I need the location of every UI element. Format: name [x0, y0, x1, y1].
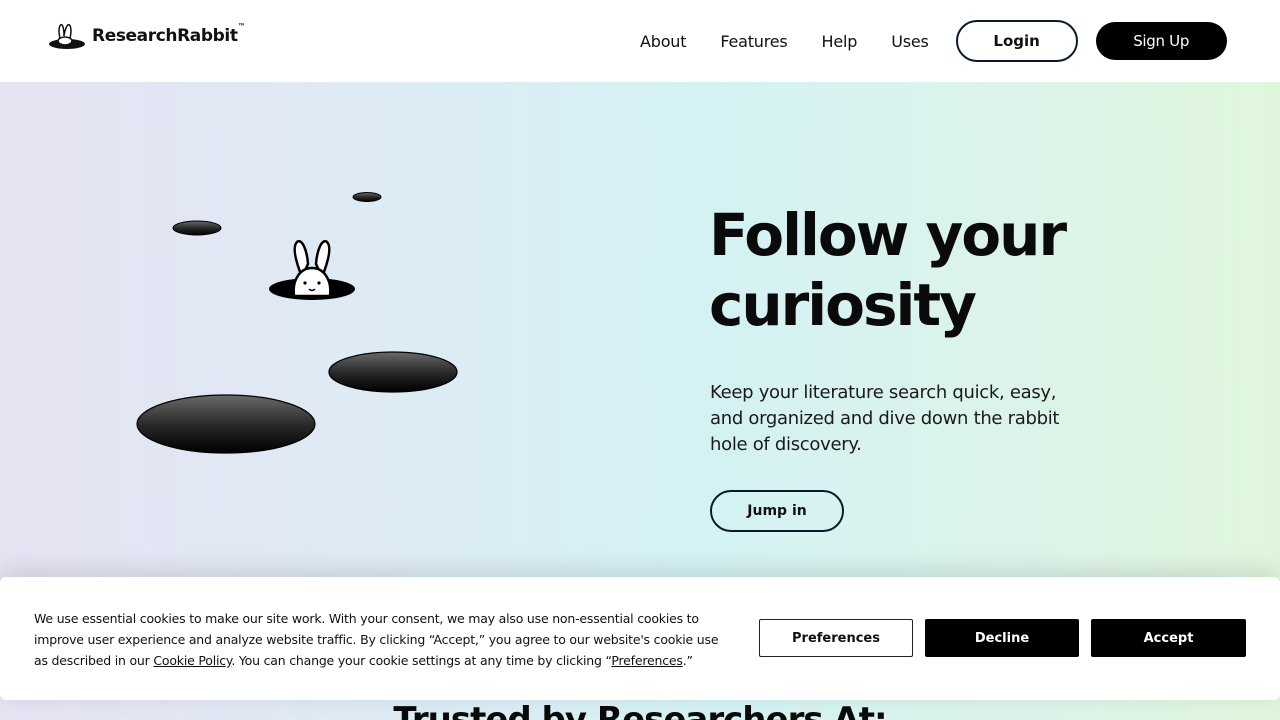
signup-button[interactable]: Sign Up	[1095, 22, 1227, 60]
trusted-heading: Trusted by Researchers At:	[393, 700, 887, 720]
cookie-policy-link[interactable]: Cookie Policy	[153, 653, 231, 668]
rabbit-hole	[172, 220, 222, 236]
rabbit-figure	[292, 239, 332, 298]
cookie-banner: We use essential cookies to make our sit…	[0, 577, 1280, 700]
cookie-message: We use essential cookies to make our sit…	[34, 611, 719, 668]
nav-about[interactable]: About	[640, 32, 687, 51]
brand-logo[interactable]: ResearchRabbit™	[48, 22, 246, 50]
cookie-accept-button[interactable]: Accept	[1091, 619, 1246, 657]
rabbit-hole	[136, 394, 316, 454]
hero-headline: Follow your curiosity	[709, 201, 1067, 339]
preferences-link[interactable]: Preferences	[611, 653, 683, 668]
login-button[interactable]: Login	[955, 20, 1078, 62]
nav-uses[interactable]: Uses	[891, 32, 929, 51]
hero-subtext: Keep your literature search quick, easy,…	[710, 382, 1060, 455]
brand-name: ResearchRabbit™	[92, 22, 246, 46]
cookie-preferences-button[interactable]: Preferences	[759, 619, 913, 657]
rabbit-hole	[352, 192, 382, 202]
nav-features[interactable]: Features	[720, 32, 787, 51]
rabbit-in-hole-illustration	[136, 192, 458, 454]
rabbit-logo-icon	[49, 23, 85, 49]
cookie-decline-button[interactable]: Decline	[925, 619, 1079, 657]
jump-in-button[interactable]: Jump in	[710, 490, 844, 532]
nav-help[interactable]: Help	[822, 32, 858, 51]
main-nav: About Features Help Uses Login Sign Up	[640, 20, 1227, 62]
rabbit-hole	[328, 351, 458, 393]
site-header: ResearchRabbit™ About Features Help Uses…	[0, 0, 1280, 82]
